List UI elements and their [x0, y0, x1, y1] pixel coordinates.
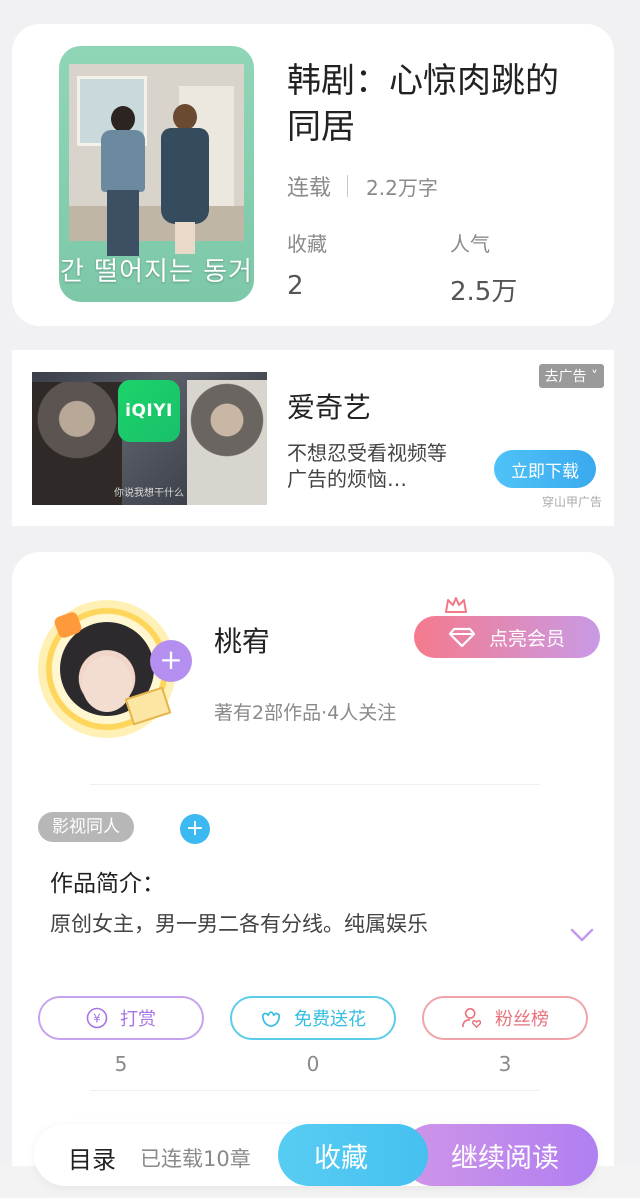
popularity-stat: 人气 2.5万: [450, 228, 517, 308]
tip-count: 5: [114, 1052, 128, 1076]
ad-app-name: 爱奇艺: [287, 391, 372, 424]
svg-text:¥: ¥: [93, 1012, 101, 1026]
download-button[interactable]: 立即下载: [494, 450, 596, 488]
ad-figure-right: [187, 380, 267, 505]
yen-coin-icon: ¥: [86, 1007, 108, 1029]
book-cover-image[interactable]: 간 떨어지는 동거: [59, 46, 254, 302]
flower-count: 0: [306, 1052, 320, 1076]
fan-heart-icon: [461, 1007, 483, 1029]
table-of-contents-button[interactable]: 目录: [68, 1140, 116, 1175]
chevron-down-icon: ˅: [591, 369, 598, 385]
fan-ranking-label: 粉丝榜: [495, 1009, 549, 1030]
flower-icon: [260, 1007, 282, 1029]
crown-icon: [445, 597, 467, 613]
ad-source-label: 穿山甲广告: [541, 495, 602, 509]
diamond-icon: [448, 627, 475, 647]
meta-divider: [347, 175, 349, 197]
book-status: 连载: [287, 176, 332, 201]
ad-figure-left: [32, 382, 122, 505]
continue-reading-button[interactable]: 继续阅读: [402, 1124, 598, 1186]
iqiyi-logo-icon: iQIYI: [118, 380, 180, 442]
bottom-action-bar: 目录 已连载10章 继续阅读 收藏: [34, 1124, 598, 1186]
vip-label: 点亮会员: [488, 627, 565, 650]
add-to-favorites-button[interactable]: 收藏: [278, 1124, 428, 1186]
book-word-count: 2.2万字: [366, 175, 438, 200]
author-card: + 桃宥 点亮会员 著有2部作品·4人关注 影视同人 + 作品简介： 原创女主，…: [12, 552, 614, 1198]
cover-figure-woman: [161, 104, 209, 254]
ad-image[interactable]: iQIYI 你说我想干什么: [32, 372, 267, 505]
cover-figure-man: [99, 106, 147, 256]
divider: [90, 1090, 540, 1091]
divider: [90, 784, 540, 785]
popularity-value: 2.5万: [450, 277, 518, 307]
remove-ad-label: 去广告: [544, 369, 587, 385]
follow-plus-icon[interactable]: +: [150, 640, 192, 682]
favorites-value: 2: [287, 271, 304, 301]
book-info-card: 간 떨어지는 동거 韩剧：心惊肉跳的同居 连载 2.2万字 收藏 2 人气 2.…: [12, 24, 614, 326]
genre-tag[interactable]: 影视同人: [38, 812, 134, 842]
send-flower-label: 免费送花: [294, 1009, 366, 1030]
fan-count: 3: [498, 1052, 512, 1076]
intro-title: 作品简介：: [50, 871, 165, 897]
expand-chevron-icon[interactable]: [570, 928, 594, 942]
author-stats: 著有2部作品·4人关注: [214, 702, 397, 724]
ad-description: 不想忍受看视频等广告的烦恼…: [287, 441, 447, 491]
remove-ad-button[interactable]: 去广告 ˅: [538, 364, 604, 388]
author-name[interactable]: 桃宥: [214, 620, 270, 660]
fan-ranking-button[interactable]: 粉丝榜: [422, 996, 588, 1040]
send-flower-button[interactable]: 免费送花: [230, 996, 396, 1040]
book-title: 韩剧：心惊肉跳的同居: [287, 61, 559, 147]
tip-label: 打赏: [120, 1009, 156, 1030]
tip-button[interactable]: ¥ 打赏: [38, 996, 204, 1040]
favorites-stat: 收藏 2: [287, 228, 327, 301]
cover-title-text: 간 떨어지는 동거: [60, 257, 253, 287]
vip-membership-button[interactable]: 点亮会员: [414, 616, 600, 658]
add-tag-plus-icon[interactable]: +: [180, 814, 210, 844]
cover-counter: [69, 206, 244, 241]
popularity-label: 人气: [450, 232, 490, 256]
favorites-label: 收藏: [287, 232, 327, 256]
book-meta: 连载 2.2万字: [287, 170, 438, 202]
ad-image-caption: 你说我想干什么: [114, 488, 184, 499]
chapter-count[interactable]: 已连载10章: [140, 1143, 251, 1173]
author-avatar[interactable]: +: [32, 592, 192, 742]
intro-text: 原创女主，男一男二各有分线。纯属娱乐: [50, 912, 428, 936]
ad-banner[interactable]: iQIYI 你说我想干什么 爱奇艺 不想忍受看视频等广告的烦恼… 去广告 ˅ 立…: [12, 350, 614, 526]
